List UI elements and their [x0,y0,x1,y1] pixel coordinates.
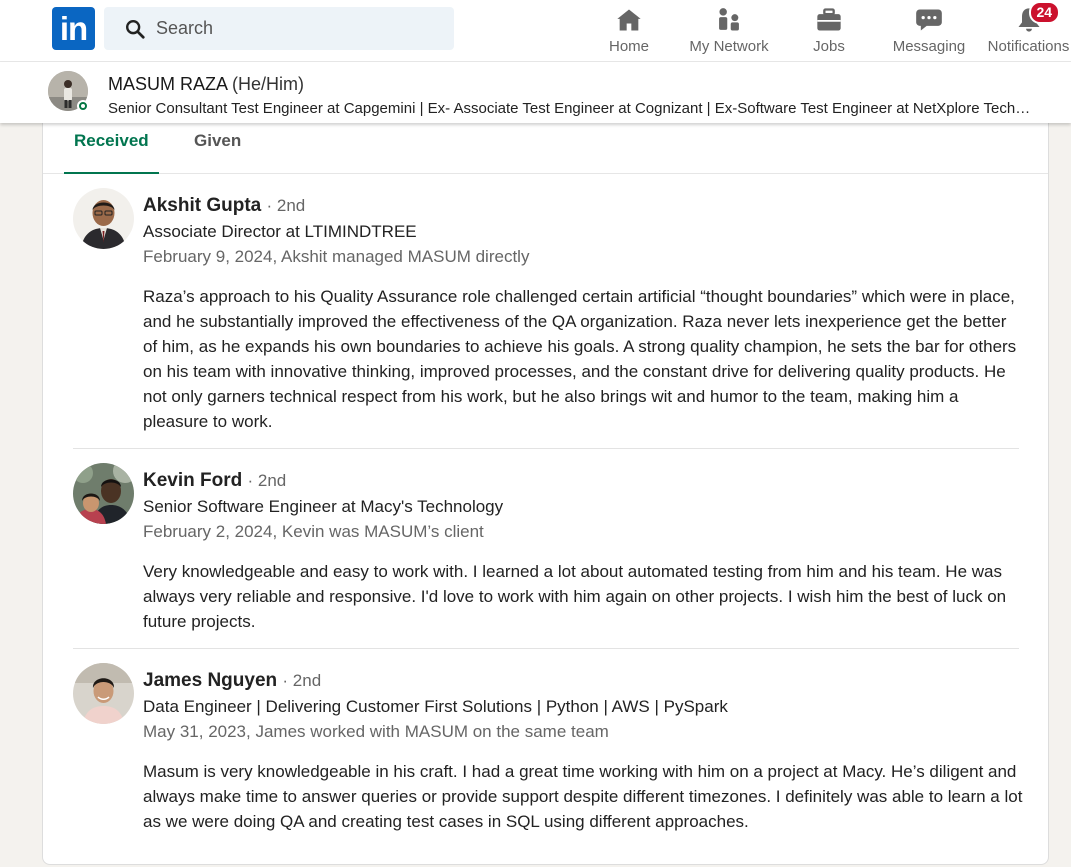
nav-messaging-label: Messaging [892,38,966,55]
linkedin-logo[interactable]: in [52,7,95,50]
recommendation-text: Very knowledgeable and easy to work with… [143,562,1007,631]
recommendation-meta: February 2, 2024, Kevin was MASUM’s clie… [143,522,484,541]
profile-sticky-header: MASUM RAZA (He/Him) Senior Consultant Te… [0,62,1071,123]
nav-notifications[interactable]: 24 Notifications [986,1,1071,58]
connection-degree: · 2nd [282,671,322,690]
online-status-icon [77,100,89,112]
recommender-avatar[interactable] [73,188,134,249]
divider [73,648,1019,649]
recommender-title: Associate Director at LTIMINDTREE [143,222,417,241]
connection-degree: · 2nd [247,471,287,490]
nav-my-network[interactable]: My Network [687,4,771,58]
profile-name-line: MASUM RAZA (He/Him) [108,74,304,95]
top-nav-bar: in Home My Network [0,0,1071,62]
nav-jobs-label: Jobs [813,38,845,55]
nav-notifications-label: Notifications [987,38,1070,55]
recommender-name[interactable]: Akshit Gupta [143,195,261,216]
nav-home[interactable]: Home [606,4,652,58]
search-input[interactable] [156,18,416,39]
tab-given[interactable]: Given [184,130,251,174]
notifications-count-badge: 24 [1028,1,1061,24]
recommender-name-line: James Nguyen · 2nd [143,670,321,692]
nav-jobs[interactable]: Jobs [810,4,848,58]
nav-messaging[interactable]: Messaging [890,4,968,58]
recommendation-meta: February 9, 2024, Akshit managed MASUM d… [143,247,530,266]
recommender-name[interactable]: James Nguyen [143,670,277,691]
recommender-title: Senior Software Engineer at Macy's Techn… [143,497,504,516]
home-icon [617,9,641,31]
recommendations-card: Received Given Akshit Gupta · 2nd Associ… [42,120,1049,865]
messaging-icon [916,9,942,31]
recommender-name-line: Kevin Ford · 2nd [143,470,286,492]
recommendations-tabs: Received Given [43,120,1048,174]
profile-name: MASUM RAZA [108,74,228,94]
recommender-avatar[interactable] [73,463,134,524]
nav-home-label: Home [608,38,649,55]
recommender-title: Data Engineer | Delivering Customer Firs… [143,697,728,716]
recommender-avatar[interactable] [73,663,134,724]
divider [73,448,1019,449]
my-network-icon [719,8,739,31]
search-box[interactable] [104,7,454,50]
jobs-icon [817,8,841,31]
recommender-name-line: Akshit Gupta · 2nd [143,195,305,217]
connection-degree: · 2nd [266,196,306,215]
profile-headline: Senior Consultant Test Engineer at Capge… [108,100,1038,117]
recommendation-text: Masum is very knowledgeable in his craft… [143,762,1023,831]
recommendation-meta: May 31, 2023, James worked with MASUM on… [143,722,609,741]
search-icon [126,19,145,39]
nav-my-network-label: My Network [689,38,769,55]
tab-received[interactable]: Received [64,130,159,174]
recommendation-text: Raza’s approach to his Quality Assurance… [143,287,1017,431]
recommender-name[interactable]: Kevin Ford [143,470,242,491]
profile-pronouns: (He/Him) [232,74,305,94]
